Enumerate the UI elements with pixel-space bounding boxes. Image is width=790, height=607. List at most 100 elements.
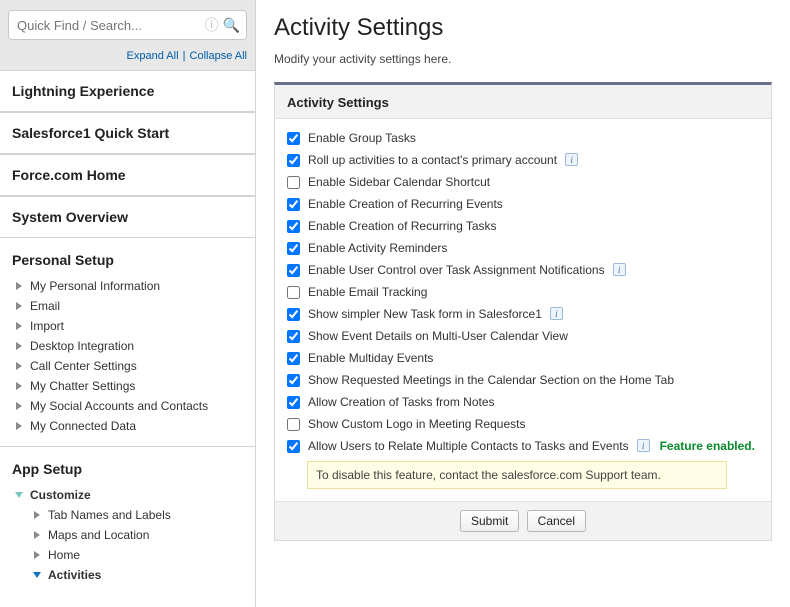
expand-icon[interactable] xyxy=(14,341,24,351)
setting-row: Show Event Details on Multi-User Calenda… xyxy=(287,325,759,347)
setting-row: Enable Group Tasks xyxy=(287,127,759,149)
sidebar-item[interactable]: Desktop Integration xyxy=(4,336,255,356)
info-icon[interactable]: i xyxy=(637,439,650,452)
setting-checkbox[interactable] xyxy=(287,264,300,277)
main-content: Activity Settings Modify your activity s… xyxy=(256,0,790,607)
nav-force-com-home[interactable]: Force.com Home xyxy=(0,154,255,196)
setting-checkbox[interactable] xyxy=(287,396,300,409)
sidebar-item-customize[interactable]: Customize xyxy=(4,485,255,505)
expand-icon[interactable] xyxy=(14,301,24,311)
sidebar-subitem[interactable]: Maps and Location xyxy=(4,525,255,545)
collapse-icon[interactable] xyxy=(14,490,24,500)
expand-icon[interactable] xyxy=(14,381,24,391)
search-input[interactable] xyxy=(15,17,201,34)
setting-checkbox[interactable] xyxy=(287,220,300,233)
sidebar-item-label: Activities xyxy=(48,568,101,582)
setting-row: Show simpler New Task form in Salesforce… xyxy=(287,303,759,325)
setting-label: Enable Creation of Recurring Events xyxy=(308,197,503,211)
setting-label: Enable User Control over Task Assignment… xyxy=(308,263,605,277)
setting-checkbox[interactable] xyxy=(287,154,300,167)
setting-row: Show Custom Logo in Meeting Requests xyxy=(287,413,759,435)
sidebar-item-label: Call Center Settings xyxy=(30,359,137,373)
panel-footer: Submit Cancel xyxy=(275,501,771,540)
page-subtitle: Modify your activity settings here. xyxy=(274,52,772,66)
setting-checkbox[interactable] xyxy=(287,418,300,431)
info-icon[interactable]: i xyxy=(550,307,563,320)
personal-setup-tree: My Personal Information Email Import Deskto… xyxy=(0,276,255,447)
setting-checkbox[interactable] xyxy=(287,308,300,321)
app-setup-tree: Customize Tab Names and Labels Maps and Lo… xyxy=(0,485,255,595)
expand-icon[interactable] xyxy=(14,321,24,331)
setup-sidebar: ⓘ 🔍 Expand All | Collapse All Lightning … xyxy=(0,0,256,607)
sidebar-item-label: Customize xyxy=(30,488,91,502)
sidebar-item[interactable]: My Personal Information xyxy=(4,276,255,296)
sidebar-item[interactable]: My Chatter Settings xyxy=(4,376,255,396)
setting-label: Show Requested Meetings in the Calendar … xyxy=(308,373,674,387)
expand-icon[interactable] xyxy=(32,510,42,520)
sidebar-subitem[interactable]: Home xyxy=(4,545,255,565)
expand-icon[interactable] xyxy=(14,281,24,291)
cancel-button[interactable]: Cancel xyxy=(527,510,586,532)
sidebar-item-label: My Social Accounts and Contacts xyxy=(30,399,208,413)
app-setup-heading: App Setup xyxy=(0,447,255,485)
sidebar-item-label: My Chatter Settings xyxy=(30,379,135,393)
setting-label: Show simpler New Task form in Salesforce… xyxy=(308,307,542,321)
link-separator: | xyxy=(183,50,186,62)
page-title: Activity Settings xyxy=(274,14,772,42)
search-icon[interactable]: 🔍 xyxy=(223,17,240,34)
personal-setup-heading: Personal Setup xyxy=(0,238,255,276)
setting-checkbox[interactable] xyxy=(287,176,300,189)
sidebar-item-label: Maps and Location xyxy=(48,528,149,542)
setting-checkbox[interactable] xyxy=(287,198,300,211)
setting-checkbox[interactable] xyxy=(287,242,300,255)
expand-all-link[interactable]: Expand All xyxy=(127,50,179,62)
disable-note: To disable this feature, contact the sal… xyxy=(307,461,727,489)
setting-row: Enable User Control over Task Assignment… xyxy=(287,259,759,281)
expand-icon[interactable] xyxy=(32,530,42,540)
sidebar-item[interactable]: Import xyxy=(4,316,255,336)
nav-salesforce1-quick-start[interactable]: Salesforce1 Quick Start xyxy=(0,112,255,154)
help-icon: ⓘ xyxy=(205,15,219,35)
sidebar-item-label: My Connected Data xyxy=(30,419,136,433)
nav-system-overview[interactable]: System Overview xyxy=(0,196,255,238)
setting-row: Enable Sidebar Calendar Shortcut xyxy=(287,171,759,193)
nav-lightning-experience[interactable]: Lightning Experience xyxy=(0,70,255,112)
info-icon[interactable]: i xyxy=(565,153,578,166)
setting-row: Enable Activity Reminders xyxy=(287,237,759,259)
setting-checkbox[interactable] xyxy=(287,352,300,365)
setting-checkbox[interactable] xyxy=(287,330,300,343)
collapse-all-link[interactable]: Collapse All xyxy=(190,50,247,62)
collapse-icon[interactable] xyxy=(32,570,42,580)
expand-icon[interactable] xyxy=(32,550,42,560)
setting-checkbox[interactable] xyxy=(287,440,300,453)
sidebar-item[interactable]: Email xyxy=(4,296,255,316)
sidebar-subitem[interactable]: Activities xyxy=(4,565,255,585)
setting-label: Allow Users to Relate Multiple Contacts … xyxy=(308,439,629,453)
setting-checkbox[interactable] xyxy=(287,374,300,387)
quick-find-search[interactable]: ⓘ 🔍 xyxy=(8,10,247,40)
sidebar-item-label: Email xyxy=(30,299,60,313)
setting-row: Roll up activities to a contact's primar… xyxy=(287,149,759,171)
setting-label: Show Event Details on Multi-User Calenda… xyxy=(308,329,568,343)
sidebar-item[interactable]: Call Center Settings xyxy=(4,356,255,376)
setting-checkbox[interactable] xyxy=(287,286,300,299)
setting-label: Enable Group Tasks xyxy=(308,131,416,145)
submit-button[interactable]: Submit xyxy=(460,510,519,532)
info-icon[interactable]: i xyxy=(613,263,626,276)
setting-label: Allow Creation of Tasks from Notes xyxy=(308,395,495,409)
expand-icon[interactable] xyxy=(14,421,24,431)
setting-label: Show Custom Logo in Meeting Requests xyxy=(308,417,525,431)
sidebar-subitem[interactable]: Tab Names and Labels xyxy=(4,505,255,525)
panel-body: Enable Group Tasks Roll up activities to … xyxy=(275,119,771,501)
sidebar-item-label: Desktop Integration xyxy=(30,339,134,353)
expand-icon[interactable] xyxy=(14,401,24,411)
panel-heading: Activity Settings xyxy=(275,85,771,119)
setting-row: Show Requested Meetings in the Calendar … xyxy=(287,369,759,391)
sidebar-item[interactable]: My Connected Data xyxy=(4,416,255,436)
sidebar-item[interactable]: My Social Accounts and Contacts xyxy=(4,396,255,416)
setting-row: Allow Creation of Tasks from Notes xyxy=(287,391,759,413)
setting-checkbox[interactable] xyxy=(287,132,300,145)
setting-label: Enable Sidebar Calendar Shortcut xyxy=(308,175,490,189)
feature-enabled-badge: Feature enabled. xyxy=(660,439,755,453)
expand-icon[interactable] xyxy=(14,361,24,371)
